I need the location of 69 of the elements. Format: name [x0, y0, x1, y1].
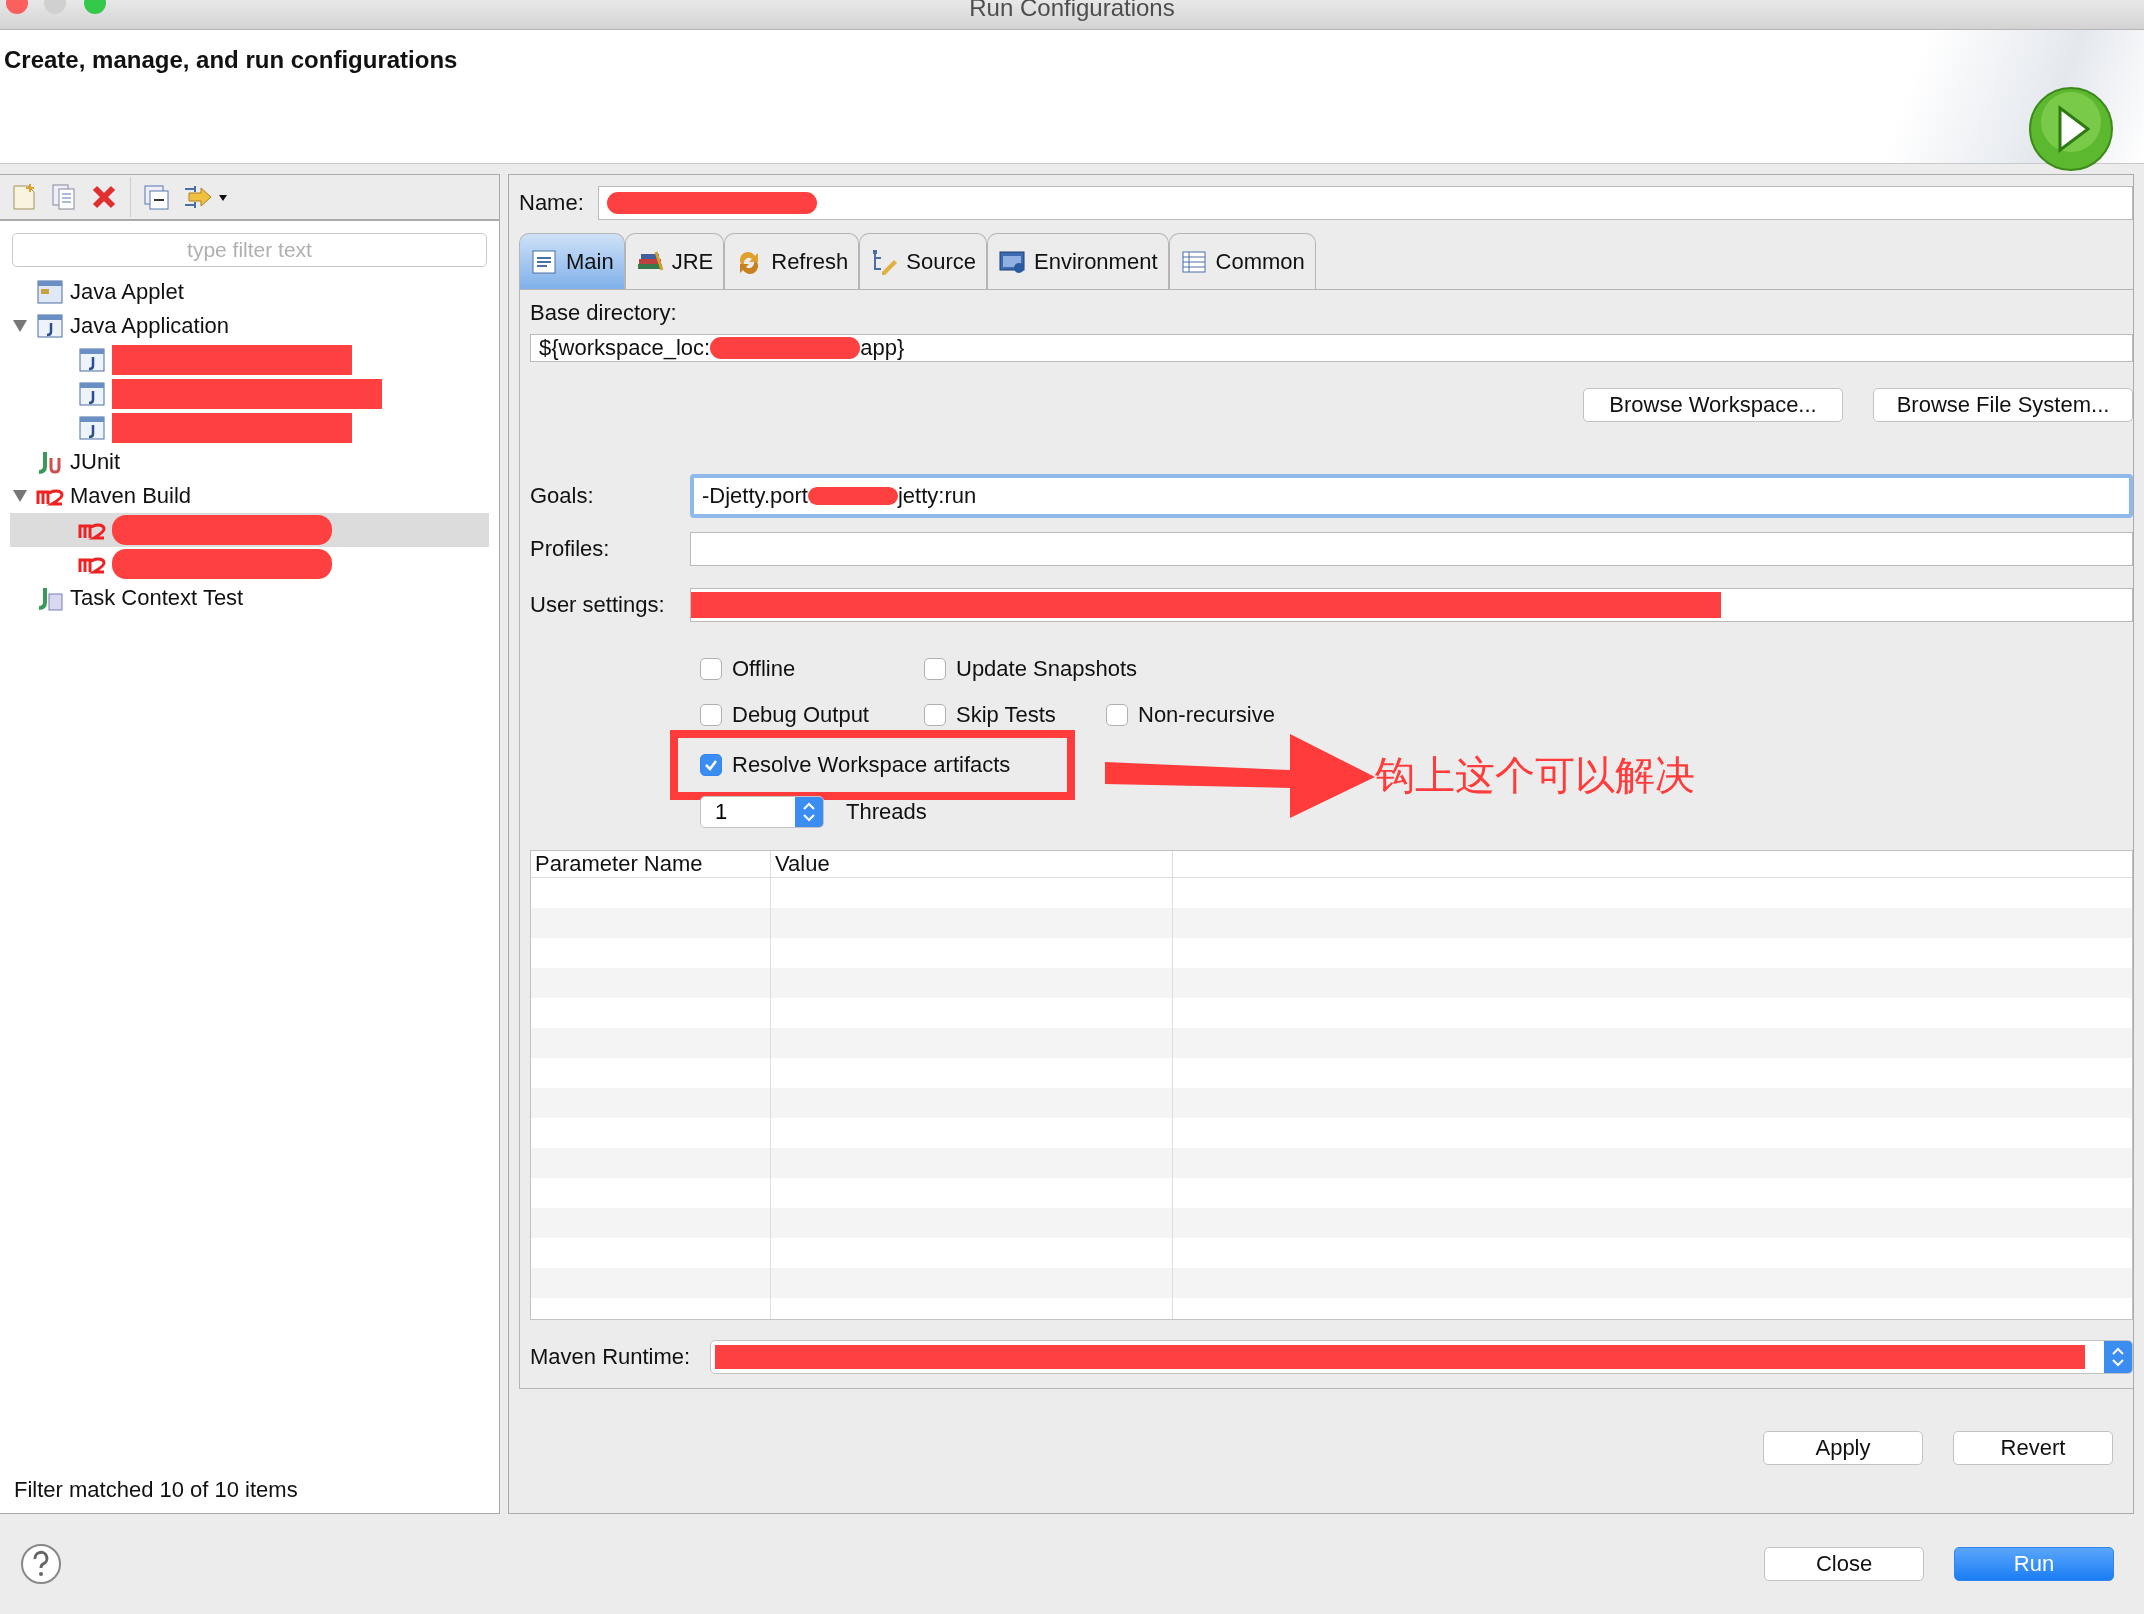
checkbox[interactable]	[700, 658, 722, 680]
stepper-icon	[802, 801, 816, 823]
field-label: Profiles:	[530, 536, 611, 562]
annotation-text: 钩上这个可以解决	[1375, 751, 1695, 799]
tab[interactable]: Source	[859, 233, 987, 289]
arrow-icon	[1105, 732, 1375, 818]
dialog-heading: Create, manage, and run configurations	[4, 46, 458, 75]
user-settings-field[interactable]	[690, 588, 2133, 622]
checkbox[interactable]	[924, 704, 946, 726]
option-checkbox[interactable]: Update Snapshots	[924, 656, 1138, 682]
tab[interactable]: Main	[519, 233, 625, 289]
filter-menu-icon[interactable]	[183, 183, 229, 211]
profiles-field[interactable]	[690, 532, 2133, 566]
field-label: Maven Runtime:	[530, 1344, 692, 1370]
field-label: Goals:	[530, 483, 595, 509]
help-icon[interactable]	[20, 1543, 62, 1585]
action-button[interactable]: Revert	[1953, 1431, 2113, 1465]
field-label: Name:	[519, 190, 584, 216]
stepper-icon	[2111, 1346, 2125, 1368]
field-label: Threads	[846, 799, 927, 825]
tree-item[interactable]: Task Context Test	[70, 585, 244, 611]
checkbox[interactable]	[924, 658, 946, 680]
field-label: Base directory:	[530, 300, 678, 326]
checkbox[interactable]	[1106, 704, 1128, 726]
column-header: Value	[771, 851, 1173, 877]
option-checkbox[interactable]: Offline	[700, 656, 796, 682]
window-icon	[78, 346, 106, 374]
tree-item[interactable]: Maven Build	[70, 483, 192, 509]
close-button[interactable]: Close	[1764, 1547, 1924, 1581]
filter-field[interactable]: type filter text	[12, 233, 487, 267]
document-icon	[530, 247, 558, 276]
caret-icon	[13, 320, 27, 332]
base-directory-field[interactable]: ${workspace_loc: app}	[530, 334, 2133, 362]
option-checkbox[interactable]: Debug Output	[700, 702, 869, 728]
checkbox[interactable]	[700, 754, 722, 776]
collapse-all-icon	[143, 183, 171, 211]
window-icon	[36, 312, 64, 340]
tab[interactable]: Environment	[987, 233, 1169, 289]
filter-status: Filter matched 10 of 10 items	[13, 1477, 299, 1504]
tab[interactable]: Common	[1168, 233, 1316, 289]
checkbox[interactable]	[700, 704, 722, 726]
tree-item[interactable]: JUnit	[70, 449, 121, 475]
copy-icon	[50, 183, 78, 211]
action-button[interactable]: Apply	[1763, 1431, 1923, 1465]
tree-pencil-icon	[870, 247, 899, 276]
option-checkbox[interactable]: Skip Tests	[924, 702, 1056, 728]
goals-field[interactable]: -Djetty.port jetty:run	[690, 474, 2133, 518]
threads-spinner[interactable]: 1	[700, 796, 824, 828]
option-checkbox[interactable]: Non-recursive	[1106, 702, 1275, 728]
column-header: Parameter Name	[531, 851, 771, 877]
browse-button[interactable]: Browse File System...	[1873, 388, 2133, 422]
tree-item[interactable]: Java Application	[70, 313, 229, 339]
tree-item[interactable]: Java Applet	[70, 279, 184, 305]
window-icon	[78, 380, 106, 408]
tab[interactable]: Refresh	[724, 233, 860, 289]
selected-tree-row[interactable]	[10, 513, 489, 547]
field-label: User settings:	[530, 592, 666, 618]
new-file-icon	[10, 183, 38, 211]
window-icon	[78, 414, 106, 442]
play-icon	[2028, 86, 2114, 172]
tab[interactable]: JRE	[624, 233, 725, 289]
option-checkbox[interactable]: Resolve Workspace artifacts	[700, 752, 1011, 778]
name-field[interactable]	[597, 186, 2133, 220]
caret-icon	[13, 490, 27, 502]
browse-button[interactable]: Browse Workspace...	[1583, 388, 1843, 422]
delete-icon	[90, 183, 118, 211]
applet-icon	[36, 278, 64, 306]
maven-runtime-select[interactable]	[710, 1340, 2133, 1374]
check-icon	[704, 759, 718, 771]
